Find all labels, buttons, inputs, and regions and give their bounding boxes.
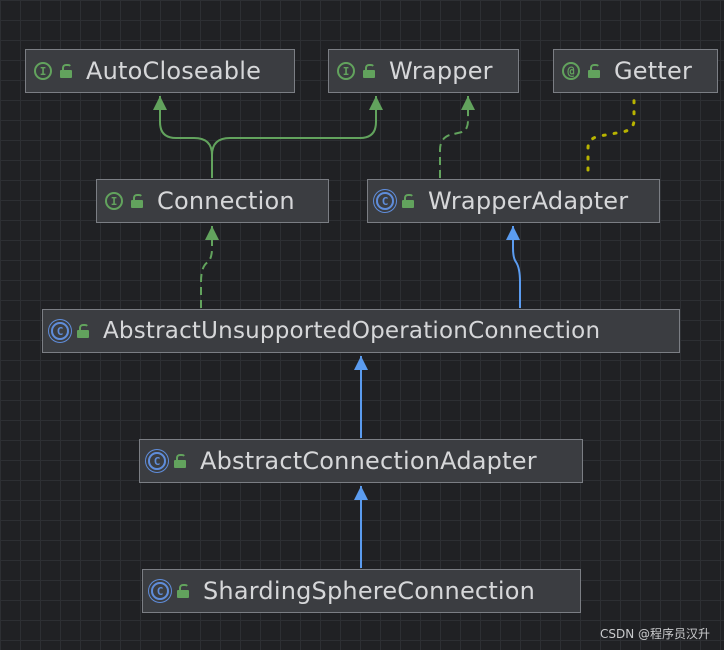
node-label: AutoCloseable xyxy=(86,57,262,85)
class-icon: C xyxy=(151,582,169,600)
interface-icon: I xyxy=(34,62,52,80)
public-lock-icon xyxy=(177,584,189,598)
interface-icon: I xyxy=(105,192,123,210)
interface-icon: I xyxy=(337,62,355,80)
abstract-class-icon: C xyxy=(148,452,166,470)
node-label: Getter xyxy=(614,57,693,85)
annotation-icon: @ xyxy=(562,62,580,80)
public-lock-icon xyxy=(588,64,600,78)
public-lock-icon xyxy=(363,64,375,78)
node-label: WrapperAdapter xyxy=(428,187,629,215)
node-label: AbstractUnsupportedOperationConnection xyxy=(103,318,601,344)
public-lock-icon xyxy=(174,454,186,468)
edge-abstractunsupported-implements-connection xyxy=(200,226,219,308)
public-lock-icon xyxy=(60,64,72,78)
watermark: CSDN @程序员汉升 xyxy=(599,627,710,641)
node-label: Wrapper xyxy=(389,57,493,85)
node-shardingsphereconnection[interactable]: C ShardingSphereConnection xyxy=(142,569,581,613)
node-wrapperadapter[interactable]: C WrapperAdapter xyxy=(367,179,660,223)
node-abstractunsupportedoperationconnection[interactable]: C AbstractUnsupportedOperationConnection xyxy=(42,309,680,353)
edge-wrapperadapter-implements-wrapper xyxy=(439,96,475,178)
node-getter[interactable]: @ Getter xyxy=(553,49,718,93)
abstract-class-icon: C xyxy=(51,322,69,340)
node-label: AbstractConnectionAdapter xyxy=(200,447,537,475)
node-abstractconnectionadapter[interactable]: C AbstractConnectionAdapter xyxy=(139,439,583,483)
node-connection[interactable]: I Connection xyxy=(96,179,329,223)
edge-connection-extends-wrapper xyxy=(211,96,383,156)
edge-wrapperadapter-annotated-getter xyxy=(586,94,636,172)
edge-abstractunsupported-extends-wrapperadapter xyxy=(506,226,521,308)
node-label: Connection xyxy=(157,187,295,215)
node-autocloseable[interactable]: I AutoCloseable xyxy=(25,49,295,93)
edge-connection-extends-autocloseable xyxy=(153,96,213,178)
public-lock-icon xyxy=(402,194,414,208)
public-lock-icon xyxy=(131,194,143,208)
node-wrapper[interactable]: I Wrapper xyxy=(328,49,519,93)
class-icon: C xyxy=(376,192,394,210)
node-label: ShardingSphereConnection xyxy=(203,577,536,605)
public-lock-icon xyxy=(77,324,89,338)
